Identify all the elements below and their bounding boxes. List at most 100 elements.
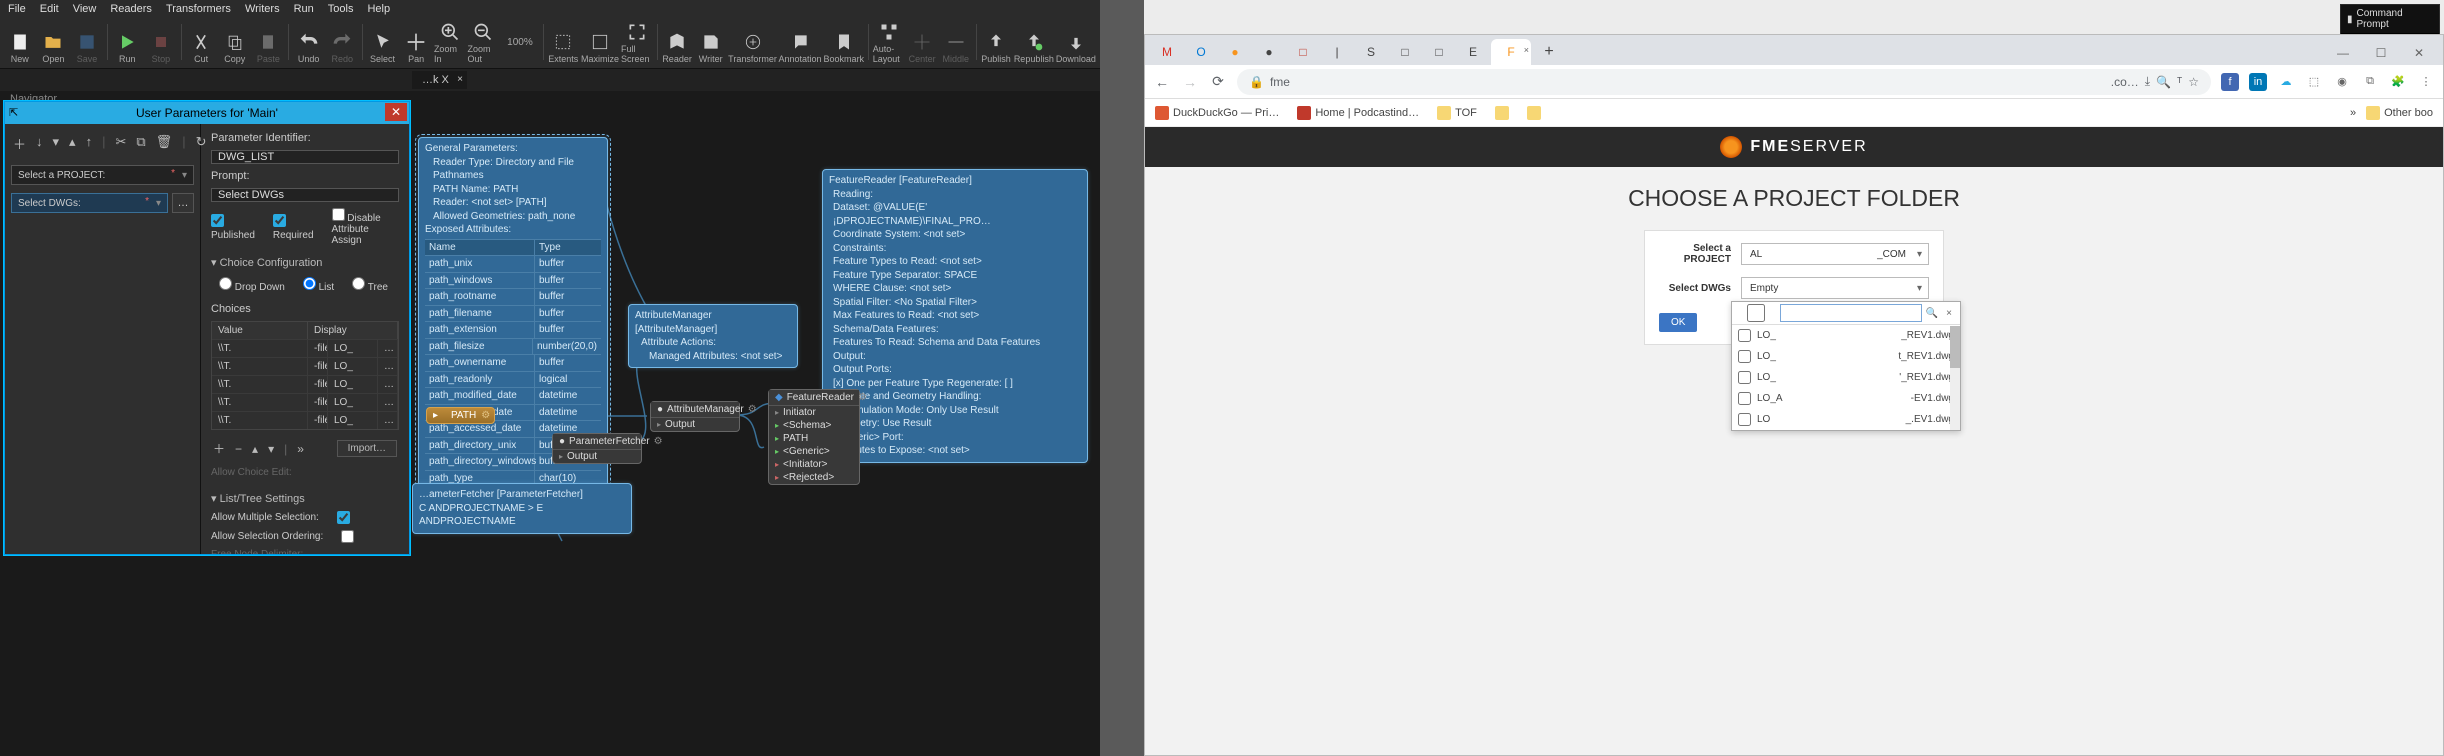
fullscreen-button[interactable]: Full Screen: [621, 20, 653, 64]
allow-order-checkbox[interactable]: [341, 530, 354, 543]
am-output-port[interactable]: Output: [651, 418, 739, 431]
copy-button[interactable]: Copy: [219, 20, 251, 64]
feature-reader-annotation[interactable]: FeatureReader [FeatureReader] Reading: D…: [822, 169, 1088, 463]
list-radio[interactable]: List: [303, 277, 334, 293]
move-down-icon[interactable]: ▾: [53, 134, 60, 153]
pin-icon[interactable]: ⇱: [9, 106, 18, 119]
close-icon[interactable]: ×: [1524, 45, 1529, 55]
dropdown-option[interactable]: LO__REV1.dwg: [1732, 325, 1960, 346]
bookmark-ddg[interactable]: DuckDuckGo — Pri…: [1155, 106, 1279, 120]
dialog-close-button[interactable]: ✕: [385, 103, 407, 121]
cut-button[interactable]: Cut: [185, 20, 217, 64]
fr-port[interactable]: PATH: [769, 432, 859, 445]
writer-button[interactable]: Writer: [695, 20, 727, 64]
pf-output-port[interactable]: Output: [553, 450, 641, 463]
other-bookmarks[interactable]: Other boo: [2366, 106, 2433, 120]
dwgs-browse-button[interactable]: …: [172, 193, 194, 213]
tree-radio[interactable]: Tree: [352, 277, 388, 293]
ext-linkedin-icon[interactable]: in: [2249, 73, 2267, 91]
undo-button[interactable]: Undo: [293, 20, 325, 64]
tab-5[interactable]: □: [1287, 39, 1319, 65]
feature-reader-transformer[interactable]: ◆FeatureReader⚙ Initiator<Schema>PATH<Ge…: [768, 389, 860, 485]
menu-help[interactable]: Help: [367, 3, 390, 15]
tab-8[interactable]: □: [1389, 39, 1421, 65]
published-checkbox[interactable]: Published: [211, 214, 255, 241]
dialog-titlebar[interactable]: ⇱ User Parameters for 'Main' ✕: [5, 102, 409, 124]
row-up-icon[interactable]: ▴: [252, 442, 258, 456]
parameter-fetcher-transformer[interactable]: ●ParameterFetcher⚙ Output: [552, 433, 642, 464]
zoom-in-button[interactable]: Zoom In: [434, 20, 466, 64]
republish-button[interactable]: Republish: [1014, 20, 1054, 64]
dwgs-dropdown-list[interactable]: 🔍 × LO__REV1.dwgLO_t_REV1.dwgLO_'_REV1.d…: [1731, 301, 1961, 431]
cut-icon[interactable]: ✂: [115, 134, 126, 153]
close-icon[interactable]: ×: [457, 74, 463, 85]
up-icon[interactable]: ↑: [86, 134, 93, 153]
menu-view[interactable]: View: [73, 3, 97, 15]
select-button[interactable]: Select: [367, 20, 399, 64]
dropdown-option[interactable]: LO_.EV1.dwg: [1732, 409, 1960, 430]
parameter-fetcher-annotation[interactable]: …ameterFetcher [ParameterFetcher] C ANDP…: [412, 483, 632, 534]
center-button[interactable]: Center: [906, 20, 938, 64]
paste-button[interactable]: Paste: [253, 20, 285, 64]
ext-puzzle-icon[interactable]: 🧩: [2389, 73, 2407, 91]
clear-icon[interactable]: ×: [1942, 308, 1956, 319]
select-dwgs-combo[interactable]: Select DWGs: *: [11, 193, 168, 213]
tab-gmail[interactable]: M: [1151, 39, 1183, 65]
nav-reload-button[interactable]: ⟳: [1209, 73, 1227, 90]
document-tab[interactable]: …k X×: [412, 71, 467, 89]
pan-button[interactable]: Pan: [400, 20, 432, 64]
chrome-menu-button[interactable]: ⋮: [2417, 73, 2435, 91]
row-down-icon[interactable]: ▾: [268, 442, 274, 456]
down-icon[interactable]: ↓: [36, 134, 43, 153]
attribute-manager-transformer[interactable]: ●AttributeManager⚙ Output: [650, 401, 740, 432]
fr-port[interactable]: <Generic>: [769, 445, 859, 458]
param-id-input[interactable]: [211, 150, 399, 164]
tab-9[interactable]: □: [1423, 39, 1455, 65]
path-reader-node[interactable]: PATH⚙: [426, 407, 495, 424]
ext-4-icon[interactable]: ⬚: [2305, 73, 2323, 91]
menu-file[interactable]: File: [8, 3, 26, 15]
run-button[interactable]: Run: [111, 20, 143, 64]
window-close-button[interactable]: ✕: [2401, 41, 2437, 65]
translate-icon[interactable]: ᵀ: [2177, 75, 2182, 89]
dropdown-option[interactable]: LO_A-EV1.dwg: [1732, 388, 1960, 409]
tab-6[interactable]: |: [1321, 39, 1353, 65]
import-button[interactable]: Import…: [337, 440, 397, 457]
tab-3[interactable]: ●: [1219, 39, 1251, 65]
zoom-out-button[interactable]: Zoom Out: [468, 20, 500, 64]
workspace-canvas[interactable]: General Parameters: Reader Type: Directo…: [412, 91, 1100, 756]
star-icon[interactable]: ☆: [2188, 75, 2199, 89]
prompt-input[interactable]: [211, 188, 399, 202]
publish-button[interactable]: Publish: [980, 20, 1012, 64]
row-more-icon[interactable]: »: [297, 442, 304, 456]
add-icon[interactable]: ＋: [13, 134, 26, 153]
menu-edit[interactable]: Edit: [40, 3, 59, 15]
download-button[interactable]: Download: [1056, 20, 1096, 64]
bookmark-tof[interactable]: TOF: [1437, 106, 1477, 120]
fr-port[interactable]: <Schema>: [769, 419, 859, 432]
autolayout-button[interactable]: Auto-Layout: [873, 20, 905, 64]
open-button[interactable]: Open: [38, 20, 70, 64]
transformer-button[interactable]: Transformer: [729, 20, 777, 64]
ext-1-icon[interactable]: f: [2221, 73, 2239, 91]
menu-run[interactable]: Run: [294, 3, 314, 15]
choice-row[interactable]: \\T.-file01\ -shared2…LO_…: [212, 339, 398, 357]
gear-icon[interactable]: ⚙: [858, 392, 867, 403]
menu-readers[interactable]: Readers: [110, 3, 152, 15]
bookmark-folder-2[interactable]: [1527, 106, 1541, 120]
choice-row[interactable]: \\T.-file01\ -shared2…LO_…: [212, 375, 398, 393]
ext-5-icon[interactable]: ◉: [2333, 73, 2351, 91]
tab-10[interactable]: E: [1457, 39, 1489, 65]
tab-4[interactable]: ●: [1253, 39, 1285, 65]
window-minimize-button[interactable]: —: [2325, 41, 2361, 65]
disable-attr-checkbox[interactable]: Disable Attribute Assign: [332, 208, 399, 246]
select-dwgs-dropdown[interactable]: Empty: [1741, 277, 1929, 299]
menu-transformers[interactable]: Transformers: [166, 3, 231, 15]
dropdown-radio[interactable]: Drop Down: [219, 277, 285, 293]
redo-button[interactable]: Redo: [326, 20, 358, 64]
gear-icon[interactable]: ⚙: [748, 404, 757, 415]
select-project-dropdown[interactable]: AL _COM: [1741, 243, 1929, 265]
middle-button[interactable]: Middle: [940, 20, 972, 64]
stop-button[interactable]: Stop: [145, 20, 177, 64]
extents-button[interactable]: Extents: [547, 20, 579, 64]
